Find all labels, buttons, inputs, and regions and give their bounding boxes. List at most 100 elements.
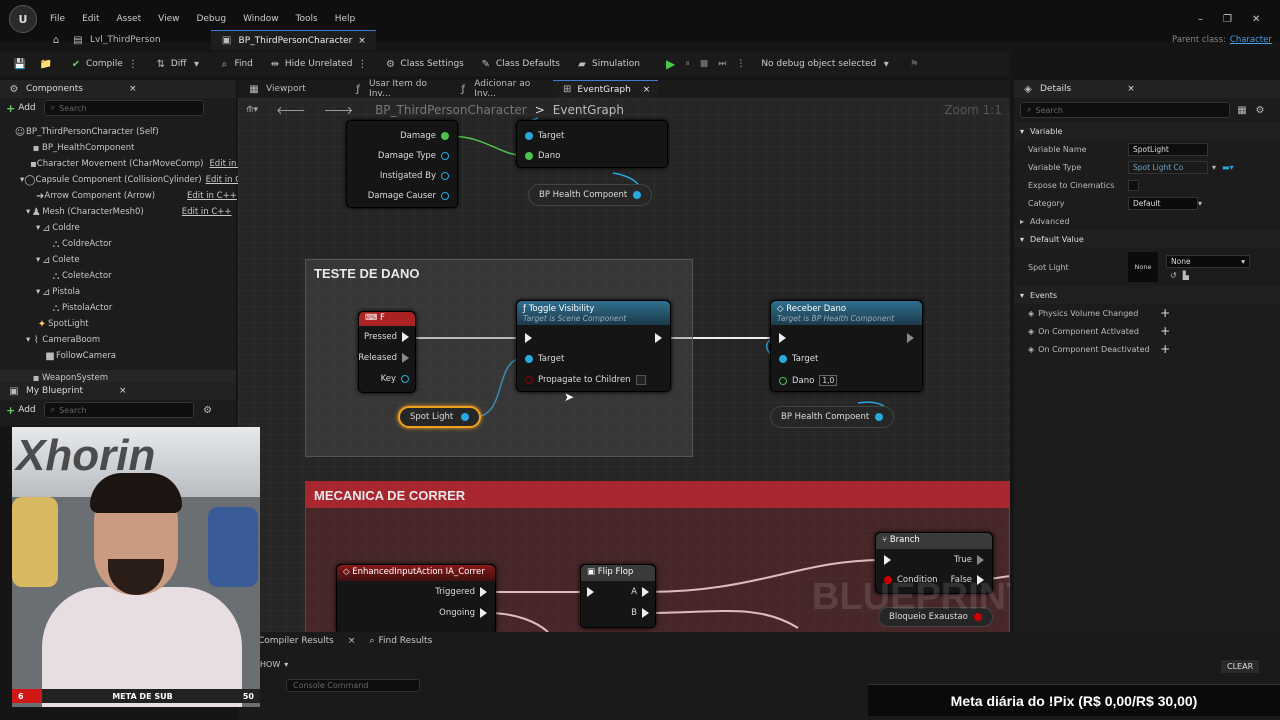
close-tab-icon[interactable]: × bbox=[643, 85, 651, 95]
true-pin[interactable]: True bbox=[954, 555, 984, 565]
tab-blueprint[interactable]: ▣ BP_ThirdPersonCharacter × bbox=[210, 30, 376, 50]
enhanced-input-node[interactable]: ◇ EnhancedInputAction IA_Correr Triggere… bbox=[336, 564, 496, 632]
tree-item[interactable]: ⛬ PistolaActor bbox=[0, 300, 236, 316]
tab-level[interactable]: ▤ Lvl_ThirdPerson bbox=[62, 30, 171, 50]
options-icon[interactable]: ⋮ bbox=[736, 59, 745, 69]
unreal-logo-icon[interactable]: U bbox=[9, 5, 37, 33]
close-panel-icon[interactable]: × bbox=[119, 386, 127, 396]
chevron-down-icon[interactable]: ▾ bbox=[1198, 199, 1202, 208]
tree-item[interactable]: ⛬ ColeteActor bbox=[0, 268, 236, 284]
add-component-button[interactable]: + Add bbox=[6, 102, 36, 115]
menu-view[interactable]: View bbox=[158, 14, 179, 24]
key-f-event-node[interactable]: ⌨ F Pressed Released Key bbox=[358, 311, 416, 393]
graph-options-icon[interactable]: ⟰▾ bbox=[246, 105, 258, 115]
variable-name-input[interactable]: SpotLight bbox=[1128, 142, 1208, 156]
health-component-getter[interactable]: BP Health Compoent bbox=[770, 406, 895, 428]
tab-find-results[interactable]: Find Results bbox=[378, 636, 432, 646]
tree-item[interactable]: ▾ ⊿ Coldre bbox=[0, 220, 236, 236]
tree-item-self[interactable]: ☺ BP_ThirdPersonCharacter (Self) bbox=[0, 124, 236, 140]
asset-thumbnail[interactable]: None bbox=[1128, 252, 1158, 282]
close-tab-icon[interactable]: × bbox=[348, 636, 356, 646]
flip-flop-node[interactable]: ▣ Flip Flop A B bbox=[580, 564, 656, 628]
debug-object-dropdown[interactable]: No debug object selected ▾ bbox=[761, 59, 892, 70]
table-view-icon[interactable]: ▦ bbox=[1236, 105, 1248, 116]
edit-in-cpp-link[interactable]: Edit in C bbox=[206, 175, 242, 185]
tab-event-graph[interactable]: ⊞ EventGraph × bbox=[553, 80, 658, 98]
menu-edit[interactable]: Edit bbox=[82, 14, 99, 24]
tree-item[interactable]: ✦ SpotLight bbox=[0, 316, 236, 332]
category-dropdown[interactable]: Default bbox=[1128, 196, 1198, 210]
spot-light-value-dropdown[interactable]: None ▾ bbox=[1166, 254, 1250, 268]
variable-type-dropdown[interactable]: Spot Light Co bbox=[1128, 160, 1208, 174]
close-panel-icon[interactable]: × bbox=[1127, 84, 1135, 94]
tree-item[interactable]: ■ FollowCamera bbox=[0, 348, 236, 364]
browse-icon[interactable]: 📁 bbox=[40, 59, 52, 70]
a-pin[interactable]: A bbox=[631, 587, 649, 597]
section-default-value[interactable]: ▾ Default Value bbox=[1014, 230, 1280, 248]
b-pin[interactable]: B bbox=[631, 608, 649, 618]
edit-in-cpp-link[interactable]: Edit in C++ bbox=[182, 207, 232, 217]
options-icon[interactable]: ⋮ bbox=[356, 59, 368, 70]
exec-out-pin[interactable] bbox=[655, 333, 662, 343]
back-arrow-icon[interactable]: 🡐 bbox=[276, 103, 306, 117]
gear-icon[interactable]: ⚙ bbox=[202, 405, 214, 416]
menu-file[interactable]: File bbox=[50, 14, 65, 24]
exec-in-pin[interactable] bbox=[779, 333, 786, 343]
target-pin[interactable]: Target bbox=[525, 131, 564, 141]
forward-arrow-icon[interactable]: 🡒 bbox=[324, 103, 354, 117]
event-graph-canvas[interactable]: Damage Damage Type Instigated By Damage … bbox=[238, 98, 1010, 632]
receber-dano-node[interactable]: ◇ Receber Dano Target is BP Health Compon… bbox=[770, 300, 923, 392]
close-window-icon[interactable]: ✕ bbox=[1252, 14, 1260, 25]
console-command-input[interactable]: Console Command bbox=[286, 679, 420, 692]
compile-button[interactable]: ✔ Compile ⋮ bbox=[70, 59, 139, 70]
reset-icon[interactable]: ↺ bbox=[1170, 271, 1177, 280]
gear-icon[interactable]: ⚙ bbox=[1254, 105, 1266, 116]
class-defaults-button[interactable]: ✎ Class Defaults bbox=[480, 59, 560, 70]
ongoing-pin[interactable]: Ongoing bbox=[439, 608, 487, 618]
maximize-icon[interactable]: ❐ bbox=[1223, 14, 1232, 25]
tab-viewport[interactable]: ▦ Viewport bbox=[238, 80, 343, 98]
damage-causer-pin[interactable]: Damage Causer bbox=[368, 191, 449, 201]
breadcrumb-root[interactable]: BP_ThirdPersonCharacter bbox=[375, 103, 527, 117]
clear-button[interactable]: CLEAR bbox=[1221, 660, 1260, 673]
menu-tools[interactable]: Tools bbox=[296, 14, 318, 24]
pause-icon[interactable]: ⏸ bbox=[685, 59, 690, 69]
diff-button[interactable]: ⇅ Diff ▾ bbox=[155, 59, 203, 70]
triggered-pin[interactable]: Triggered bbox=[435, 587, 487, 597]
stop-icon[interactable]: ■ bbox=[700, 59, 709, 69]
health-component-getter[interactable]: BP Health Compoent bbox=[528, 184, 653, 206]
edit-in-cpp-link[interactable]: Edit in C++ bbox=[187, 191, 237, 201]
dano-pin[interactable]: Dano bbox=[525, 151, 560, 161]
tree-item[interactable]: ➜ Arrow Component (Arrow) Edit in C++ bbox=[0, 188, 237, 204]
debug-filter-icon[interactable]: ⚑ bbox=[908, 59, 920, 70]
tree-item[interactable]: ▪ BP_HealthComponent bbox=[0, 140, 236, 156]
add-event-button[interactable]: + bbox=[1160, 324, 1170, 338]
menu-help[interactable]: Help bbox=[335, 14, 356, 24]
instigated-by-pin[interactable]: Instigated By bbox=[380, 171, 449, 181]
toggle-visibility-node[interactable]: ƒ Toggle Visibility Target is Scene Compo… bbox=[516, 300, 671, 392]
close-tab-icon[interactable]: × bbox=[358, 36, 366, 46]
expose-checkbox[interactable] bbox=[1128, 179, 1139, 191]
container-type-icon[interactable]: ▬▾ bbox=[1222, 163, 1234, 172]
released-pin[interactable]: Released bbox=[358, 353, 409, 363]
dano-value-input[interactable]: 1,0 bbox=[819, 375, 838, 386]
exec-in-pin[interactable] bbox=[525, 333, 532, 343]
damage-pin[interactable]: Damage bbox=[400, 131, 449, 141]
chevron-down-icon[interactable]: ▾ bbox=[1212, 163, 1216, 172]
options-icon[interactable]: ⋮ bbox=[127, 59, 139, 70]
menu-debug[interactable]: Debug bbox=[196, 14, 226, 24]
home-icon[interactable]: ⌂ bbox=[50, 35, 62, 46]
details-search-input[interactable]: ⌕ Search bbox=[1020, 102, 1230, 118]
minimize-icon[interactable]: – bbox=[1198, 14, 1203, 25]
damage-type-pin[interactable]: Damage Type bbox=[378, 151, 449, 161]
show-dropdown[interactable]: HOW ▾ bbox=[260, 660, 288, 669]
receber-dano-top-node[interactable]: Target Dano bbox=[516, 120, 668, 168]
component-search-input[interactable]: ⌕ Search bbox=[43, 100, 204, 116]
hide-unrelated-button[interactable]: ⇹ Hide Unrelated ⋮ bbox=[269, 59, 369, 70]
add-event-button[interactable]: + bbox=[1160, 342, 1170, 356]
key-pin[interactable]: Key bbox=[381, 374, 409, 384]
tree-item[interactable]: ▪ Character Movement (CharMoveComp) Edit i… bbox=[0, 156, 245, 172]
target-pin[interactable]: Target bbox=[779, 354, 818, 364]
comment-title[interactable]: MECANICA DE CORRER bbox=[306, 482, 1009, 508]
target-pin[interactable]: Target bbox=[525, 354, 564, 364]
